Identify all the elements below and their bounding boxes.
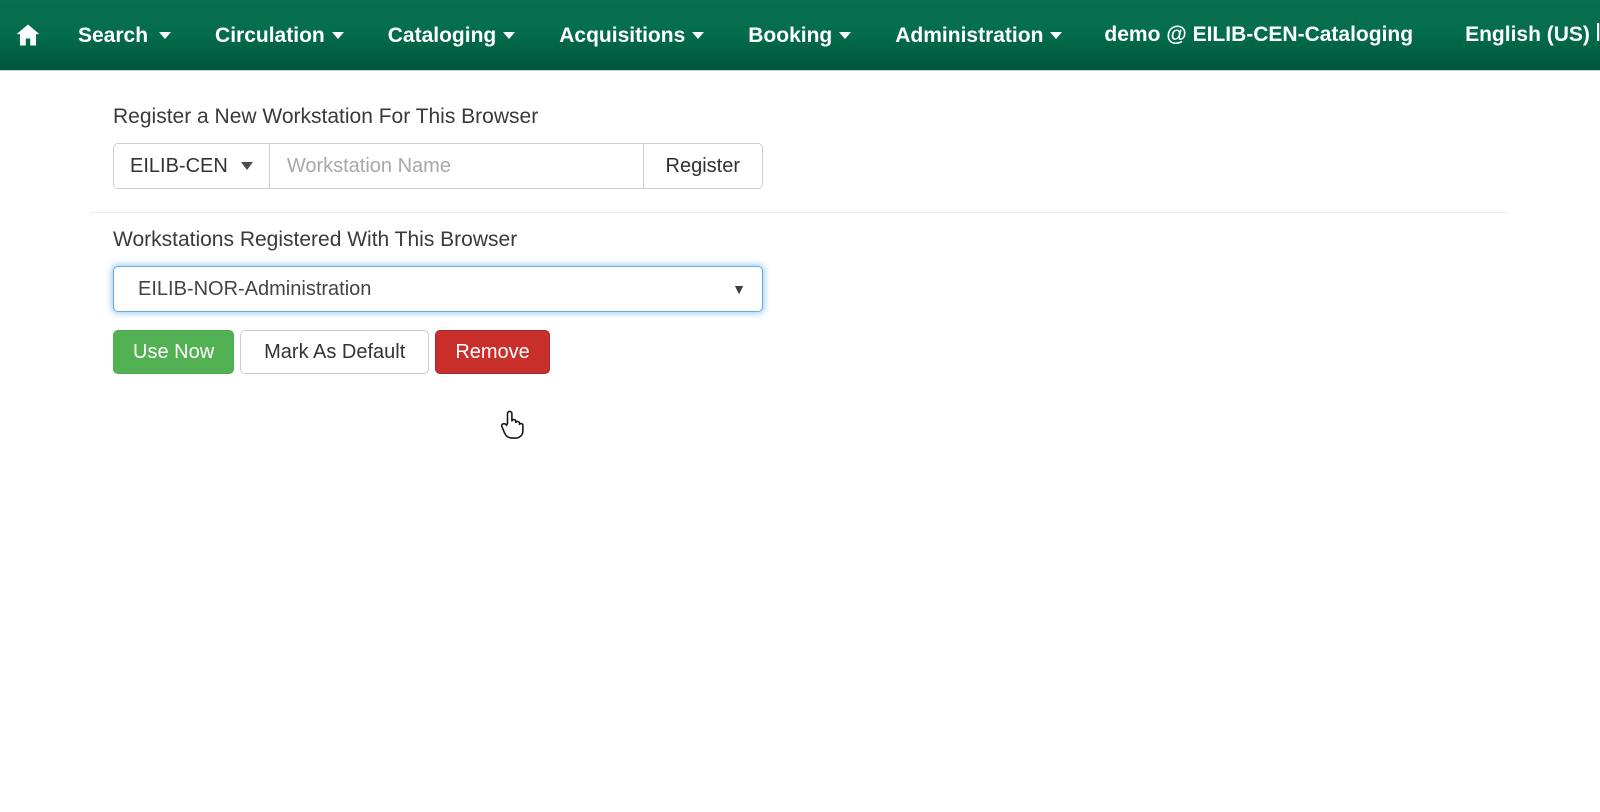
nav-item-cataloging[interactable]: Cataloging [366, 9, 538, 61]
chevron-down-icon [1050, 31, 1063, 39]
home-icon [13, 21, 43, 49]
mark-as-default-button[interactable]: Mark As Default [240, 330, 430, 375]
current-user-label: demo @ EILIB-CEN-Cataloging [1104, 23, 1414, 46]
mouse-cursor-pointer [499, 409, 525, 446]
caret-down-icon [240, 162, 253, 171]
nav-item-search[interactable]: Search [56, 9, 193, 61]
language-selector[interactable]: English (US) [1455, 9, 1600, 61]
nav-item-circulation[interactable]: Circulation [193, 9, 366, 61]
registered-workstation-value: EILIB-NOR-Administration [138, 277, 372, 300]
registered-workstation-select[interactable]: EILIB-NOR-Administration ▼ [113, 266, 763, 313]
library-select-value: EILIB-CEN [130, 154, 228, 177]
register-input-group: EILIB-CEN Register [113, 143, 763, 190]
flag-icon [1596, 20, 1600, 50]
nav-label-booking: Booking [748, 23, 833, 47]
use-now-button[interactable]: Use Now [113, 330, 235, 375]
home-button[interactable] [0, 9, 56, 61]
chevron-down-icon [159, 31, 172, 39]
navbar-right-group: demo @ EILIB-CEN-Cataloging English (US) [1084, 9, 1600, 61]
main-navbar: Search Circulation Cataloging Acquisitio… [0, 0, 1600, 71]
workstation-name-input[interactable] [269, 144, 643, 189]
nav-label-acquisitions: Acquisitions [559, 23, 686, 47]
register-button[interactable]: Register [642, 144, 762, 189]
chevron-down-icon [503, 31, 516, 39]
register-workstation-panel: Register a New Workstation For This Brow… [0, 71, 1600, 190]
workstation-action-buttons: Use Now Mark As Default Remove [113, 330, 1600, 375]
chevron-down-icon [692, 31, 705, 39]
registered-workstations-panel: Workstations Registered With This Browse… [0, 213, 1600, 375]
library-select[interactable]: EILIB-CEN [114, 144, 270, 189]
remove-button[interactable]: Remove [435, 330, 550, 375]
nav-item-administration[interactable]: Administration [873, 9, 1084, 61]
chevron-down-icon [839, 31, 852, 39]
registered-section-heading: Workstations Registered With This Browse… [113, 228, 518, 252]
nav-item-acquisitions[interactable]: Acquisitions [537, 9, 726, 61]
language-label: English (US) [1465, 23, 1590, 46]
register-section-heading: Register a New Workstation For This Brow… [113, 105, 539, 128]
nav-label-search: Search [78, 23, 149, 47]
nav-item-booking[interactable]: Booking [726, 9, 873, 61]
nav-label-administration: Administration [895, 23, 1044, 47]
page-content: Register a New Workstation For This Brow… [0, 71, 1600, 439]
nav-label-cataloging: Cataloging [387, 23, 497, 47]
caret-down-icon: ▼ [732, 281, 746, 298]
navbar-left-group: Search Circulation Cataloging Acquisitio… [0, 9, 1084, 61]
nav-label-circulation: Circulation [215, 23, 325, 47]
chevron-down-icon [331, 31, 344, 39]
